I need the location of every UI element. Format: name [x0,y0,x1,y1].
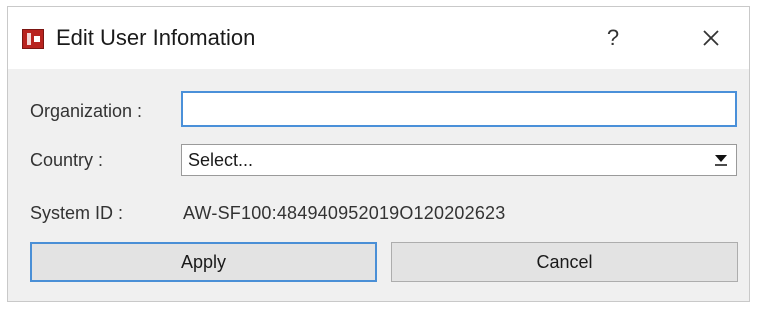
close-icon [703,30,719,46]
cancel-button[interactable]: Cancel [391,242,738,282]
system-id-value: AW-SF100:484940952019O120202623 [183,203,506,223]
dropdown-arrow-icon [715,155,727,166]
title-bar[interactable]: Edit User Infomation ? [8,7,749,69]
country-select[interactable]: Select... [181,144,737,176]
dialog-title: Edit User Infomation [56,25,256,50]
app-icon [22,29,44,49]
organization-input[interactable] [181,91,737,127]
country-select-value: Select... [188,150,254,170]
apply-button[interactable]: Apply [30,242,377,282]
system-id-label: System ID : [30,203,124,223]
close-button[interactable] [696,23,726,53]
country-label: Country : [30,150,104,170]
help-button[interactable]: ? [598,23,628,53]
edit-user-dialog: Edit User Infomation ? Organization : Co… [7,6,750,302]
organization-label: Organization : [30,101,143,121]
